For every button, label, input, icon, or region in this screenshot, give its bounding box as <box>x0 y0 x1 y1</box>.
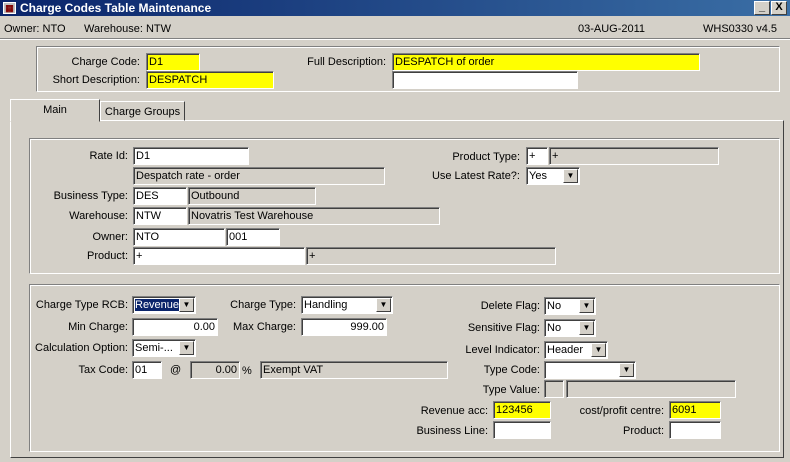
title-bar: ▦ Charge Codes Table Maintenance _ X <box>0 0 790 16</box>
business-type-field[interactable]: DES <box>133 187 187 205</box>
revenue-acc-field[interactable]: 123456 <box>493 401 551 419</box>
chevron-down-icon[interactable]: ▼ <box>591 343 606 357</box>
delete-flag-value: No <box>547 300 562 312</box>
chevron-down-icon[interactable]: ▼ <box>579 321 594 335</box>
cost-profit-centre-field[interactable]: 6091 <box>669 401 721 419</box>
chevron-down-icon[interactable]: ▼ <box>179 341 194 355</box>
level-indicator-value: Header <box>547 344 584 356</box>
divider <box>0 38 790 40</box>
tax-code-label: Tax Code: <box>78 364 128 376</box>
use-latest-rate-select[interactable]: Yes ▼ <box>526 167 580 185</box>
full-description-field-2[interactable] <box>392 71 578 89</box>
charge-product-field[interactable] <box>669 421 721 439</box>
type-value-field <box>544 380 564 398</box>
type-code-select[interactable]: ▼ <box>544 361 636 379</box>
owner-field[interactable]: NTO <box>133 228 225 246</box>
charge-type-label: Charge Type: <box>230 299 296 311</box>
chevron-down-icon[interactable]: ▼ <box>376 298 391 312</box>
business-line-label: Business Line: <box>416 425 488 437</box>
tax-code-field[interactable]: 01 <box>132 361 162 379</box>
product-field[interactable]: + <box>133 247 305 265</box>
tab-charge-groups[interactable]: Charge Groups <box>100 101 185 121</box>
type-value-label: Type Value: <box>482 384 540 396</box>
at-symbol: @ <box>170 364 182 376</box>
charge-code-field[interactable]: D1 <box>146 53 200 71</box>
calculation-option-select[interactable]: Semi-... ▼ <box>132 339 196 357</box>
chevron-down-icon[interactable]: ▼ <box>619 363 634 377</box>
warehouse-description: Novatris Test Warehouse <box>188 207 440 225</box>
sensitive-flag-value: No <box>547 322 562 334</box>
minimize-button[interactable]: _ <box>754 1 770 15</box>
charge-type-rcb-label: Charge Type RCB: <box>35 299 128 311</box>
charge-type-rcb-value: Revenue <box>135 299 180 311</box>
info-warehouse: Warehouse: NTW <box>84 23 172 35</box>
info-version: WHS0330 v4.5 <box>703 23 777 35</box>
full-description-label: Full Description: <box>307 56 386 68</box>
cost-profit-centre-label: cost/profit centre: <box>579 405 664 417</box>
chevron-down-icon[interactable]: ▼ <box>179 298 194 312</box>
rate-id-field[interactable]: D1 <box>133 147 249 165</box>
product-description: + <box>306 247 556 265</box>
tab-main[interactable]: Main <box>10 99 100 122</box>
product-type-field[interactable]: + <box>526 147 548 165</box>
warehouse-field[interactable]: NTW <box>133 207 187 225</box>
charge-type-rcb-select[interactable]: Revenue ▼ <box>132 296 196 314</box>
calculation-option-value: Semi-... <box>135 342 173 354</box>
tax-description: Exempt VAT <box>260 361 448 379</box>
max-charge-field[interactable]: 999.00 <box>301 318 387 336</box>
form-icon: ▦ <box>3 2 16 14</box>
sensitive-flag-select[interactable]: No ▼ <box>544 319 596 337</box>
info-date: 03-AUG-2011 <box>578 23 646 35</box>
product-label: Product: <box>87 250 128 262</box>
product-type-label: Product Type: <box>452 151 520 163</box>
charge-product-label: Product: <box>623 425 664 437</box>
use-latest-rate-label: Use Latest Rate?: <box>431 170 520 182</box>
charge-type-select[interactable]: Handling ▼ <box>301 296 393 314</box>
business-type-description: Outbound <box>188 187 316 205</box>
min-charge-label: Min Charge: <box>68 321 128 333</box>
percent-symbol: % <box>242 365 252 377</box>
type-code-label: Type Code: <box>483 364 540 376</box>
close-button[interactable]: X <box>771 1 787 15</box>
sensitive-flag-label: Sensitive Flag: <box>467 322 540 334</box>
product-type-description: + <box>549 147 719 165</box>
full-description-field[interactable]: DESPATCH of order <box>392 53 700 71</box>
charge-type-value: Handling <box>304 299 348 311</box>
level-indicator-label: Level Indicator: <box>465 344 540 356</box>
warehouse-label: Warehouse: <box>69 210 128 222</box>
tax-rate-field: 0.00 <box>190 361 240 379</box>
info-owner: Owner: NTO <box>4 23 66 35</box>
delete-flag-select[interactable]: No ▼ <box>544 297 596 315</box>
chevron-down-icon[interactable]: ▼ <box>563 169 578 183</box>
business-type-label: Business Type: <box>53 190 128 202</box>
chevron-down-icon[interactable]: ▼ <box>579 299 594 313</box>
business-line-field[interactable] <box>493 421 551 439</box>
use-latest-rate-value: Yes <box>529 170 547 182</box>
charge-code-label: Charge Code: <box>71 56 141 68</box>
rate-id-label: Rate Id: <box>89 150 128 162</box>
rate-description-field: Despatch rate - order <box>133 167 385 185</box>
short-description-label: Short Description: <box>52 74 140 86</box>
delete-flag-label: Delete Flag: <box>480 300 540 312</box>
level-indicator-select[interactable]: Header ▼ <box>544 341 608 359</box>
owner-label: Owner: <box>92 231 128 243</box>
window-title: Charge Codes Table Maintenance <box>20 1 212 15</box>
type-value-description <box>566 380 736 398</box>
calculation-option-label: Calculation Option: <box>35 342 128 354</box>
revenue-acc-label: Revenue acc: <box>420 405 488 417</box>
max-charge-label: Max Charge: <box>233 321 296 333</box>
short-description-field[interactable]: DESPATCH <box>146 71 274 89</box>
owner-code-field[interactable]: 001 <box>226 228 280 246</box>
